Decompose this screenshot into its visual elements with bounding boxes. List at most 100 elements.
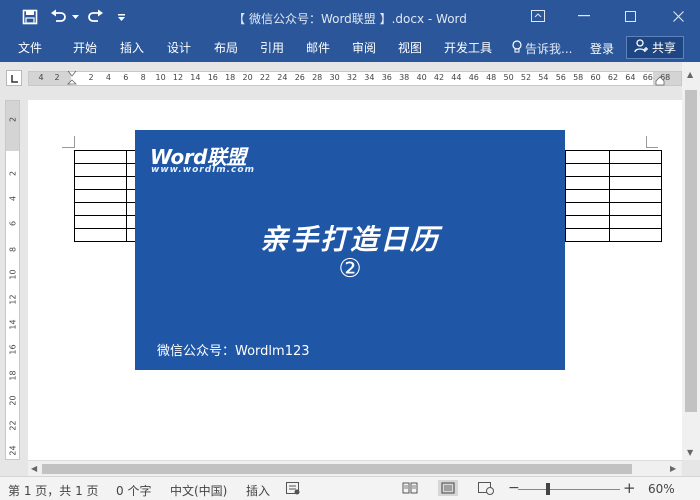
ruler-tick-label: 4 xyxy=(8,196,18,202)
ruler-tick-label: 48 xyxy=(486,73,497,82)
maximize-icon[interactable] xyxy=(610,4,650,28)
tab-references[interactable]: 引用 xyxy=(260,40,284,56)
ruler-tick-label: 54 xyxy=(538,73,549,82)
ruler-tick-label: 2 xyxy=(88,73,94,82)
ruler-tick-label: 52 xyxy=(520,73,532,82)
vertical-scrollbar[interactable]: ▲ ▼ xyxy=(682,62,700,460)
save-icon[interactable] xyxy=(18,6,42,28)
ruler-tick-label: 8 xyxy=(140,73,146,82)
ruler-tick-label: 4 xyxy=(38,73,44,82)
tab-stop-selector[interactable] xyxy=(6,70,22,86)
web-layout-icon[interactable] xyxy=(478,481,494,495)
scroll-up-icon[interactable]: ▲ xyxy=(687,70,693,79)
title-bar: 【 微信公众号：Word联盟 】.docx - Word xyxy=(0,0,700,34)
ruler-tick-label: 22 xyxy=(8,420,18,431)
ruler-tick-label: 56 xyxy=(555,73,566,82)
ruler-tick-label: 22 xyxy=(259,73,271,82)
tab-insert[interactable]: 插入 xyxy=(120,40,144,56)
ruler-tick-label: 12 xyxy=(172,73,184,82)
tab-home[interactable]: 开始 xyxy=(73,40,97,56)
tab-file[interactable]: 文件 xyxy=(18,40,42,56)
ruler-tick-label: 20 xyxy=(8,395,18,406)
ruler-tick-label: 10 xyxy=(155,73,166,82)
banner-title: 亲手打造日历 xyxy=(259,223,440,256)
ruler-tick-label: 60 xyxy=(590,73,601,82)
zoom-level[interactable]: 60% xyxy=(648,482,675,496)
print-layout-icon[interactable] xyxy=(438,480,458,496)
crop-mark xyxy=(646,136,647,148)
zoom-out-icon[interactable]: − xyxy=(508,480,520,496)
ruler-tick-label: 34 xyxy=(364,73,375,82)
word-count[interactable]: 0 个字 xyxy=(116,482,151,499)
ruler-tick-label: 2 xyxy=(8,170,18,177)
crop-mark xyxy=(646,147,658,148)
ruler-tick-label: 18 xyxy=(8,370,18,381)
top-margin-area xyxy=(6,101,19,151)
banner-wechat-label: 微信公众号：Wordlm123 xyxy=(157,344,310,359)
ruler-tick-label: 24 xyxy=(277,73,288,82)
horizontal-ruler[interactable]: 4 2 2 4 6 8 10 12 14 16 18 20 22 24 26 28 30 32 34 36 38 40 42… xyxy=(28,71,682,86)
ruler-tick-label: 44 xyxy=(451,73,462,82)
scroll-left-icon[interactable]: ◀ xyxy=(31,464,37,473)
ruler-tick-label: 4 xyxy=(105,73,111,82)
ruler-tick-label: 28 xyxy=(312,73,323,82)
ruler-tick-label: 6 xyxy=(123,73,129,82)
language-indicator[interactable]: 中文(中国) xyxy=(170,482,227,499)
status-bar: 第 1 页，共 1 页 0 个字 中文(中国) 插入 − + 60% xyxy=(0,476,700,500)
zoom-in-icon[interactable]: + xyxy=(623,479,636,497)
zoom-slider-handle[interactable] xyxy=(546,483,550,495)
banner-url: www.wordlm.com xyxy=(151,165,255,175)
ruler-tick-label: 18 xyxy=(225,73,236,82)
tab-developer[interactable]: 开发工具 xyxy=(444,40,492,56)
tab-layout[interactable]: 布局 xyxy=(214,40,238,56)
ruler-tick-label: 64 xyxy=(625,73,636,82)
macro-record-icon[interactable] xyxy=(285,481,301,495)
ruler-tick-label: 46 xyxy=(468,73,479,82)
zoom-slider[interactable] xyxy=(518,489,620,490)
ruler-tick-label: 6 xyxy=(8,221,18,227)
read-mode-icon[interactable] xyxy=(402,481,418,495)
right-indent-marker-icon[interactable] xyxy=(655,76,665,86)
ruler-row: 4 2 2 4 6 8 10 12 14 16 18 20 22 24 26 28 30 32 34 36 38 40 42… xyxy=(0,62,700,92)
sign-in-link[interactable]: 登录 xyxy=(590,40,614,57)
crop-mark xyxy=(74,136,75,148)
ruler-tick-label: 16 xyxy=(8,344,18,355)
crop-mark xyxy=(62,147,74,148)
tell-me-box[interactable]: 告诉我... xyxy=(512,39,572,57)
undo-dropdown-icon[interactable] xyxy=(70,6,80,28)
tab-design[interactable]: 设计 xyxy=(167,40,191,56)
scroll-down-icon[interactable]: ▼ xyxy=(687,448,693,457)
ruler-tick-label: 24 xyxy=(8,445,18,456)
ruler-tick-label: 32 xyxy=(346,73,358,82)
ruler-tick-label: 8 xyxy=(8,246,18,252)
ruler-tick-label: 16 xyxy=(207,73,218,82)
tab-mailings[interactable]: 邮件 xyxy=(306,40,330,56)
close-icon[interactable] xyxy=(658,4,698,28)
tab-view[interactable]: 视图 xyxy=(398,40,422,56)
banner-image: Word联盟 www.wordlm.com 亲手打造日历 ② 微信公众号：Wor… xyxy=(135,130,565,370)
horizontal-scrollbar[interactable]: ◀ ▶ xyxy=(28,460,682,476)
customize-quick-access-icon[interactable] xyxy=(114,6,128,28)
ruler-tick-label: 30 xyxy=(329,73,340,82)
scroll-right-icon[interactable]: ▶ xyxy=(670,464,676,473)
insert-mode-indicator[interactable]: 插入 xyxy=(246,482,270,499)
undo-icon[interactable] xyxy=(48,6,70,28)
ruler-tick-label: 14 xyxy=(8,319,18,330)
tab-review[interactable]: 审阅 xyxy=(352,40,376,56)
ruler-tick-label: 2 xyxy=(8,116,18,123)
ruler-tick-label: 20 xyxy=(242,73,253,82)
calendar-table[interactable] xyxy=(565,150,662,242)
calendar-table[interactable] xyxy=(74,150,136,242)
ruler-tick-label: 36 xyxy=(381,73,392,82)
ruler-tick-label: 62 xyxy=(607,73,619,82)
ruler-tick-label: 42 xyxy=(433,73,445,82)
vertical-scroll-thumb[interactable] xyxy=(685,90,697,412)
vertical-ruler[interactable]: 2 2 4 6 8 10 12 14 16 18 20 22 24 xyxy=(5,100,20,460)
indent-marker-icon[interactable] xyxy=(67,71,77,87)
share-button[interactable]: 共享 xyxy=(626,36,684,59)
ribbon-display-options-icon[interactable] xyxy=(518,4,558,28)
redo-icon[interactable] xyxy=(84,6,106,28)
minimize-icon[interactable] xyxy=(564,4,604,28)
page-count[interactable]: 第 1 页，共 1 页 xyxy=(8,482,99,499)
horizontal-scroll-thumb[interactable] xyxy=(42,464,632,474)
